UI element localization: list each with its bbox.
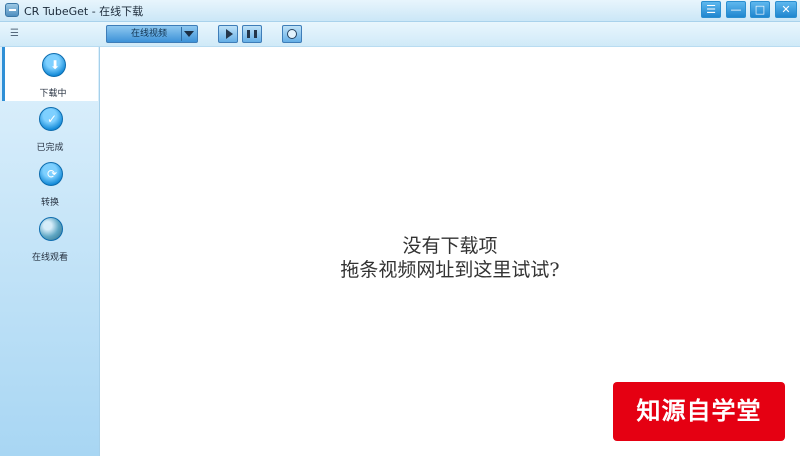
sidebar-item-label: 下载中 [39, 89, 67, 99]
sidebar-item-label: 在线观看 [31, 253, 68, 263]
pause-icon [247, 30, 257, 38]
empty-state-hint: 拖条视频网址到这里试试? [340, 259, 560, 281]
toolbar: ☰ 在线视频 [0, 22, 800, 47]
play-button[interactable] [218, 25, 238, 43]
dropdown-selected-value: 在线视频 [130, 29, 167, 39]
maximize-button[interactable]: □ [750, 1, 770, 18]
pause-button[interactable] [242, 25, 262, 43]
sidebar: ⬇ 下载中 ✓ 已完成 ⟳ 转换 在线观看 [0, 47, 100, 456]
window-title: CR TubeGet - 在线下载 [24, 5, 144, 18]
sidebar-item-convert[interactable]: ⟳ 转换 [2, 156, 98, 210]
convert-icon: ⟳ [39, 162, 63, 186]
dropdown-divider [181, 27, 182, 41]
globe-icon [287, 29, 297, 39]
download-icon: ⬇ [42, 53, 66, 77]
app-icon [5, 3, 19, 17]
check-icon: ✓ [39, 107, 63, 131]
sidebar-item-label: 转换 [40, 198, 59, 208]
sidebar-item-label: 已完成 [36, 143, 64, 153]
web-button[interactable] [282, 25, 302, 43]
list-icon[interactable]: ☰ [10, 29, 20, 39]
empty-state: 没有下载项 拖条视频网址到这里试试? [100, 234, 800, 282]
play-icon [226, 29, 233, 39]
close-button[interactable]: ✕ [775, 1, 797, 18]
sidebar-item-downloading[interactable]: ⬇ 下载中 [2, 47, 98, 101]
sidebar-item-completed[interactable]: ✓ 已完成 [2, 101, 98, 155]
sidebar-item-watch-online[interactable]: 在线观看 [2, 211, 98, 265]
check-glyph: ✓ [46, 112, 58, 126]
watermark-logo: 知源自学堂 [613, 382, 785, 441]
title-bar: CR TubeGet - 在线下载 ☰ — □ ✕ [0, 0, 800, 22]
minimize-button[interactable]: — [726, 1, 746, 18]
menu-button[interactable]: ☰ [701, 1, 721, 18]
globe-icon [39, 217, 63, 241]
empty-state-title: 没有下载项 [402, 235, 498, 257]
source-dropdown[interactable]: 在线视频 [106, 25, 198, 43]
chevron-down-icon [184, 31, 194, 37]
download-glyph: ⬇ [49, 58, 61, 72]
convert-glyph: ⟳ [46, 167, 58, 181]
